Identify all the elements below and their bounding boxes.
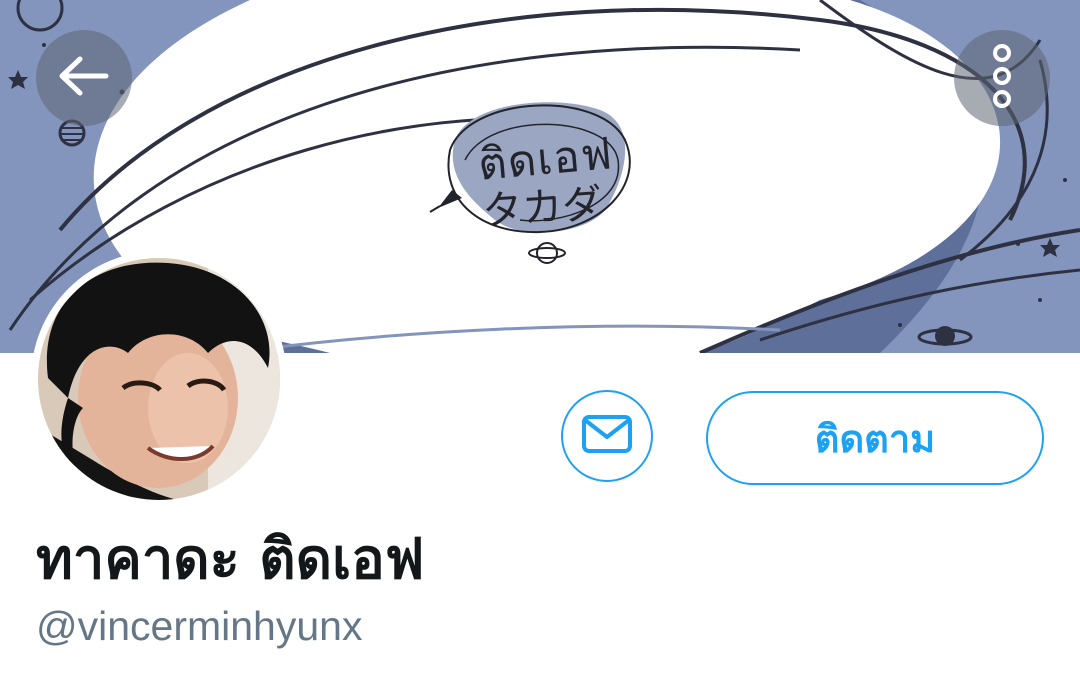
profile-handle: @vincerminhyunx [36,603,363,649]
banner-subtitle: タカダ [480,180,604,236]
back-button[interactable] [36,30,132,126]
profile-avatar[interactable] [31,251,287,507]
more-options-button[interactable] [954,30,1050,126]
avatar-photo [38,258,280,500]
back-arrow-icon [56,54,112,103]
message-button[interactable] [561,390,653,482]
envelope-icon [581,414,633,459]
profile-display-name: ทาคาดะ ติดเอฟ [36,527,425,592]
more-vertical-icon [987,43,1017,113]
profile-screen: ติดเอฟ タカダ ติดตาม ทาคาดะ ติดเอฟ @vincerm… [0,0,1080,693]
follow-button[interactable]: ติดตาม [706,391,1044,485]
